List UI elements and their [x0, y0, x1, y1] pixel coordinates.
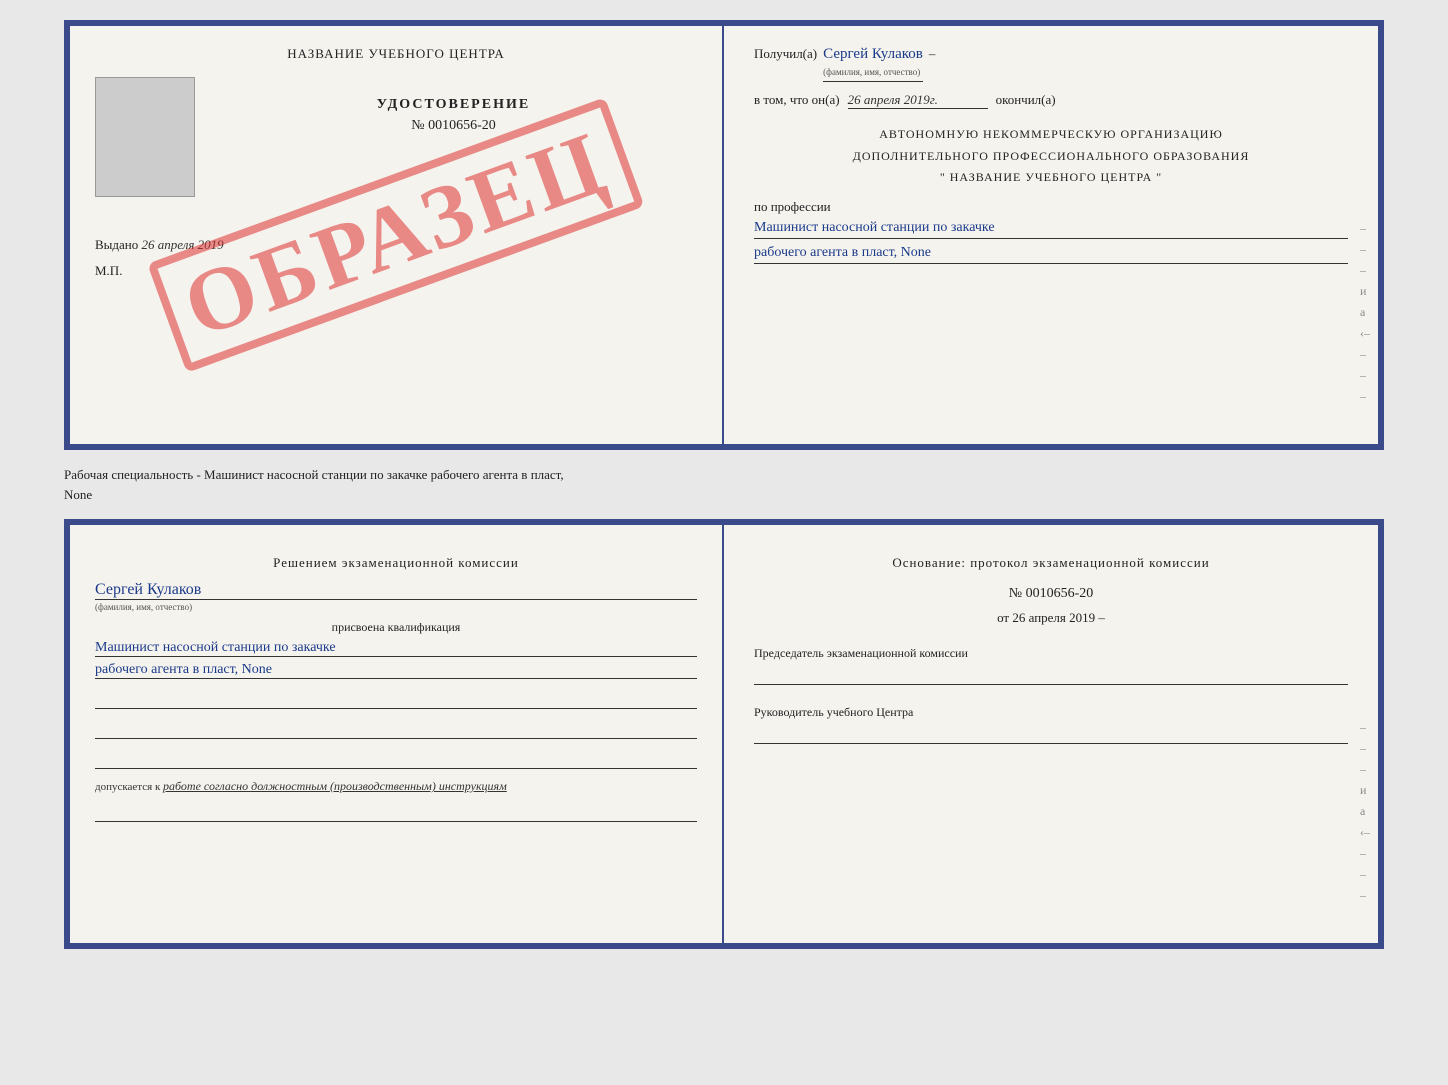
received-name: Сергей Кулаков (фамилия, имя, отчество): [823, 46, 923, 82]
org-line1: АВТОНОМНУЮ НЕКОММЕРЧЕСКУЮ ОРГАНИЗАЦИЮ: [754, 124, 1348, 146]
protocol-dash: –: [1098, 610, 1105, 625]
document-bottom: Решением экзаменационной комиссии Сергей…: [64, 519, 1384, 949]
protocol-number: № 0010656-20: [754, 586, 1348, 602]
qual-line1: Машинист насосной станции по закачке: [95, 640, 697, 657]
photo-placeholder: [95, 77, 195, 197]
bottom-right-panel: Основание: протокол экзаменационной коми…: [724, 525, 1378, 943]
top-right-panel: Получил(а) Сергей Кулаков (фамилия, имя,…: [724, 26, 1378, 444]
director-sign-line: [754, 724, 1348, 744]
qualification-label: присвоена квалификация: [95, 620, 697, 635]
org-block: АВТОНОМНУЮ НЕКОММЕРЧЕСКУЮ ОРГАНИЗАЦИЮ ДО…: [754, 124, 1348, 189]
org-line3: " НАЗВАНИЕ УЧЕБНОГО ЦЕНТРА ": [754, 167, 1348, 189]
issued-date: 26 апреля 2019: [142, 237, 224, 252]
sign-line-1: [95, 689, 697, 709]
dash: –: [929, 46, 936, 62]
profession-line1: Машинист насосной станции по закачке: [754, 220, 1348, 239]
sign-line-2: [95, 719, 697, 739]
commission-text: Решением экзаменационной комиссии: [95, 555, 697, 571]
separator-line1: Рабочая специальность - Машинист насосно…: [64, 467, 564, 482]
ground-text: Основание: протокол экзаменационной коми…: [754, 555, 1348, 571]
person-name: Сергей Кулаков: [95, 581, 697, 600]
chairman-label: Председатель экзаменационной комиссии: [754, 646, 1348, 661]
director-label: Руководитель учебного Центра: [754, 705, 1348, 720]
separator-line2: None: [64, 487, 92, 502]
cert-number: № 0010656-20: [411, 118, 496, 134]
name-hint-top: (фамилия, имя, отчество): [823, 67, 920, 77]
qual-line2: рабочего агента в пласт, None: [95, 662, 697, 679]
issued-label: Выдано: [95, 237, 138, 252]
profession-line2: рабочего агента в пласт, None: [754, 245, 1348, 264]
issued-line: Выдано 26 апреля 2019: [95, 237, 697, 253]
allowed-prefix: допускается к: [95, 781, 160, 793]
cert-photo-block: УДОСТОВЕРЕНИЕ № 0010656-20: [95, 77, 697, 207]
side-marks-top: – – – и а ‹– – – –: [1360, 26, 1378, 444]
top-left-panel: НАЗВАНИЕ УЧЕБНОГО ЦЕНТРА УДОСТОВЕРЕНИЕ №…: [70, 26, 724, 444]
cert-label: УДОСТОВЕРЕНИЕ: [377, 97, 530, 113]
sign-line-3: [95, 749, 697, 769]
mp-label: М.П.: [95, 263, 697, 279]
allowed-italic: работе согласно должностным (производств…: [163, 779, 507, 793]
protocol-date-prefix: от: [997, 610, 1009, 625]
director-block: Руководитель учебного Центра: [754, 705, 1348, 744]
person-name-hint: (фамилия, имя, отчество): [95, 602, 697, 612]
org-line2: ДОПОЛНИТЕЛЬНОГО ПРОФЕССИОНАЛЬНОГО ОБРАЗО…: [754, 146, 1348, 168]
date-value: 26 апреля 2019г.: [848, 92, 988, 109]
date-prefix: в том, что он(а): [754, 92, 840, 108]
chairman-sign-line: [754, 665, 1348, 685]
date-line: в том, что он(а) 26 апреля 2019г. окончи…: [754, 92, 1348, 109]
person-name-block: Сергей Кулаков (фамилия, имя, отчество): [95, 581, 697, 612]
chairman-block: Председатель экзаменационной комиссии: [754, 646, 1348, 685]
allowed-text: допускается к работе согласно должностны…: [95, 779, 697, 794]
received-line: Получил(а) Сергей Кулаков (фамилия, имя,…: [754, 46, 1348, 82]
protocol-date: от 26 апреля 2019 –: [754, 610, 1348, 626]
separator-text: Рабочая специальность - Машинист насосно…: [64, 460, 1384, 509]
received-label: Получил(а): [754, 46, 817, 62]
top-institution-title: НАЗВАНИЕ УЧЕБНОГО ЦЕНТРА: [95, 46, 697, 62]
document-top: НАЗВАНИЕ УЧЕБНОГО ЦЕНТРА УДОСТОВЕРЕНИЕ №…: [64, 20, 1384, 450]
date-suffix: окончил(а): [996, 92, 1056, 108]
profession-label: по профессии: [754, 199, 1348, 215]
side-marks-bottom: – – – и а ‹– – – –: [1360, 525, 1378, 943]
sign-line-4: [95, 802, 697, 822]
cert-text-block: УДОСТОВЕРЕНИЕ № 0010656-20: [210, 97, 697, 154]
protocol-date-val: 26 апреля 2019: [1012, 610, 1095, 625]
bottom-left-panel: Решением экзаменационной комиссии Сергей…: [70, 525, 724, 943]
